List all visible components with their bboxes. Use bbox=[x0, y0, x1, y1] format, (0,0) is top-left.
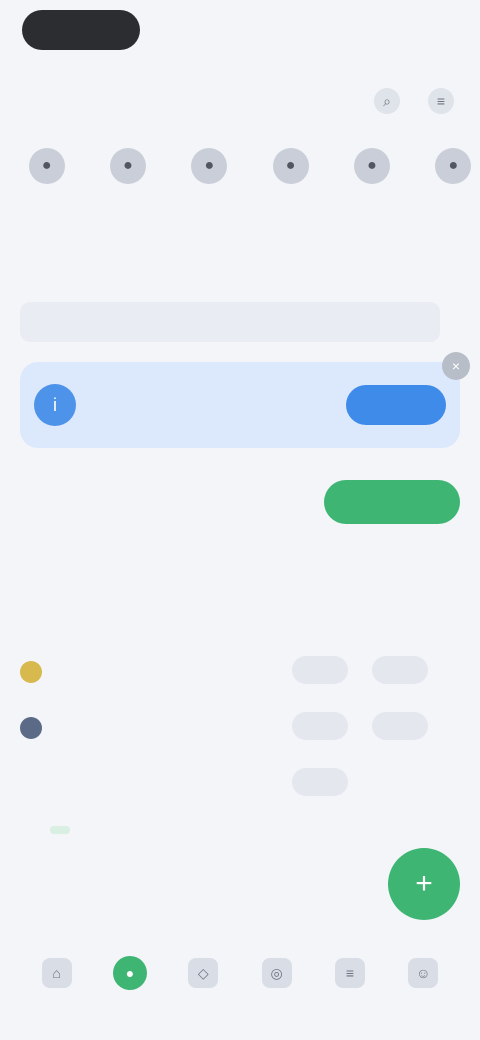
category-chips: ● ● ● ● ● ● bbox=[20, 148, 480, 228]
nav-item-4[interactable]: ◎ bbox=[251, 949, 303, 1001]
active-nav-icon: ● bbox=[112, 956, 147, 990]
row-col3 bbox=[292, 655, 348, 684]
nav-item-active[interactable]: ● bbox=[104, 949, 156, 1001]
home-icon: ⌂ bbox=[41, 958, 72, 988]
chip-icon: ● bbox=[272, 148, 309, 184]
info-banner: i bbox=[20, 362, 460, 448]
footer-badge bbox=[50, 826, 70, 834]
target-icon: ◎ bbox=[261, 958, 292, 988]
nav-item-home[interactable]: ⌂ bbox=[31, 949, 83, 1001]
info-icon: i bbox=[34, 384, 76, 426]
profile-icon: ☺ bbox=[408, 958, 439, 988]
chip-5[interactable]: ● bbox=[427, 148, 480, 228]
row-col3-cell bbox=[280, 767, 360, 801]
diamond-icon: ◇ bbox=[188, 958, 219, 988]
plus-icon: + bbox=[415, 867, 433, 900]
table-row[interactable] bbox=[20, 756, 440, 812]
row-name-cell bbox=[20, 661, 180, 683]
row-col4 bbox=[372, 655, 428, 684]
col-header bbox=[280, 620, 360, 644]
asset-table bbox=[20, 620, 440, 812]
table-row[interactable] bbox=[20, 700, 440, 756]
col-header bbox=[180, 620, 280, 644]
coin-icon bbox=[20, 717, 42, 739]
top-right-text[interactable] bbox=[374, 20, 444, 40]
chip-1[interactable]: ● bbox=[101, 148, 154, 228]
chip-3[interactable]: ● bbox=[264, 148, 317, 228]
search-icon[interactable]: ⌕ bbox=[374, 88, 400, 114]
chip-icon: ● bbox=[353, 148, 390, 184]
bottom-nav: ⌂ ● ◇ ◎ ≡ ☺ bbox=[0, 930, 480, 1040]
row-col4-cell bbox=[360, 655, 440, 689]
table-header bbox=[20, 620, 440, 644]
row-col3 bbox=[292, 767, 348, 796]
nav-item-profile[interactable]: ☺ bbox=[397, 949, 449, 1001]
row-col3-cell bbox=[280, 711, 360, 745]
promo-button[interactable] bbox=[324, 480, 460, 524]
row-col3-cell bbox=[280, 655, 360, 689]
banner-button[interactable] bbox=[346, 385, 446, 425]
chip-2[interactable]: ● bbox=[183, 148, 236, 228]
search-input[interactable] bbox=[20, 302, 440, 342]
row-col3 bbox=[292, 711, 348, 740]
chip-icon: ● bbox=[191, 148, 228, 184]
nav-item-5[interactable]: ≡ bbox=[324, 949, 376, 1001]
table-row[interactable] bbox=[20, 644, 440, 700]
row-col4-cell bbox=[360, 711, 440, 745]
add-fab-button[interactable]: + bbox=[388, 848, 460, 920]
list-icon: ≡ bbox=[334, 958, 365, 988]
col-header bbox=[360, 620, 440, 644]
col-header bbox=[20, 620, 180, 644]
coin-icon bbox=[20, 661, 42, 683]
footer-row bbox=[40, 826, 70, 834]
row-col4 bbox=[372, 711, 428, 740]
top-pill[interactable] bbox=[22, 10, 140, 50]
close-icon[interactable]: × bbox=[442, 352, 470, 380]
nav-item-3[interactable]: ◇ bbox=[177, 949, 229, 1001]
chip-icon: ● bbox=[109, 148, 146, 184]
chip-4[interactable]: ● bbox=[345, 148, 398, 228]
chip-icon: ● bbox=[435, 148, 472, 184]
row-name-cell bbox=[20, 717, 180, 739]
chip-icon: ● bbox=[28, 148, 65, 184]
menu-icon[interactable]: ≡ bbox=[428, 88, 454, 114]
chip-0[interactable]: ● bbox=[20, 148, 73, 228]
